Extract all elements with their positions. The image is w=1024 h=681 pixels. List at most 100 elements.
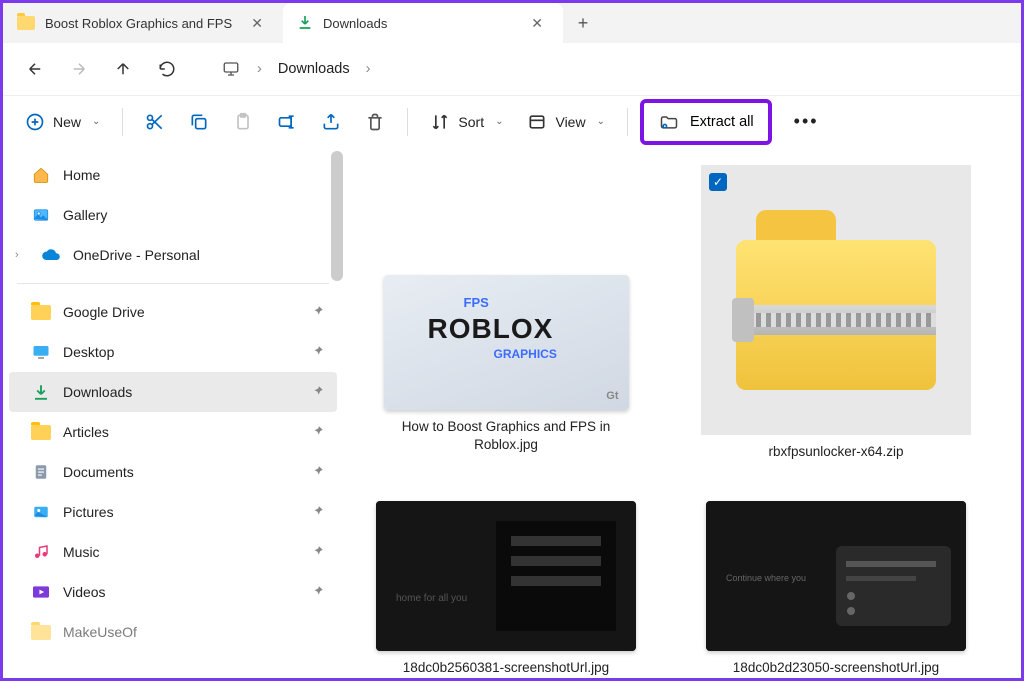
forward-button[interactable]: [59, 49, 99, 89]
file-name: 18dc0b2560381-screenshotUrl.jpg: [403, 659, 609, 677]
new-tab-button[interactable]: +: [563, 3, 603, 43]
file-item[interactable]: ✓ rbxfpsunlocker-x64.zip: [701, 165, 971, 461]
share-button[interactable]: [311, 103, 351, 141]
extract-icon: [658, 112, 680, 132]
file-item[interactable]: Continue where you 18dc0b2d23050-screens…: [701, 501, 971, 677]
folder-icon: [31, 623, 51, 641]
sidebar-label: OneDrive - Personal: [73, 247, 200, 263]
tab-boost-roblox[interactable]: Boost Roblox Graphics and FPS ✕: [3, 3, 283, 43]
chevron-right-icon: ›: [366, 61, 371, 77]
thumbnail: ✓: [701, 165, 971, 435]
pin-icon: [311, 384, 325, 401]
file-item[interactable]: FPS ROBLOX GRAPHICS Gt How to Boost Grap…: [371, 275, 641, 461]
sidebar-item-gallery[interactable]: Gallery: [9, 195, 337, 235]
sidebar-label: Downloads: [63, 384, 132, 400]
sort-icon: [430, 112, 450, 132]
sidebar-item-articles[interactable]: Articles: [9, 412, 337, 452]
sidebar-label: Music: [63, 544, 100, 560]
svg-text:Continue where you: Continue where you: [726, 573, 806, 583]
close-icon[interactable]: ✕: [525, 13, 549, 34]
chevron-down-icon: ⌄: [597, 116, 605, 127]
sidebar-item-pictures[interactable]: Pictures: [9, 492, 337, 532]
back-button[interactable]: [15, 49, 55, 89]
rename-button[interactable]: [267, 103, 307, 141]
sidebar-label: Gallery: [63, 207, 107, 223]
thumbnail: FPS ROBLOX GRAPHICS Gt: [384, 275, 629, 410]
new-button[interactable]: New ⌄: [15, 103, 110, 141]
documents-icon: [31, 463, 51, 481]
divider: [17, 283, 329, 284]
folder-icon: [17, 16, 35, 30]
divider: [407, 108, 408, 136]
chevron-down-icon: ⌄: [495, 116, 503, 127]
chevron-right-icon: ›: [15, 249, 29, 261]
divider: [122, 108, 123, 136]
svg-text:home for all you: home for all you: [396, 593, 467, 604]
close-icon[interactable]: ✕: [245, 13, 269, 34]
view-button[interactable]: View ⌄: [517, 103, 614, 141]
home-icon: [31, 166, 51, 184]
pictures-icon: [31, 503, 51, 521]
tab-bar: Boost Roblox Graphics and FPS ✕ Download…: [3, 3, 1021, 43]
sort-label: Sort: [458, 114, 484, 130]
tab-label: Boost Roblox Graphics and FPS: [45, 16, 232, 31]
tab-label: Downloads: [323, 16, 387, 31]
navigation-bar: › Downloads ›: [3, 43, 1021, 95]
sidebar-item-desktop[interactable]: Desktop: [9, 332, 337, 372]
sidebar-item-documents[interactable]: Documents: [9, 452, 337, 492]
extract-all-button[interactable]: Extract all: [640, 99, 772, 145]
folder-icon: [31, 303, 51, 321]
chevron-right-icon: ›: [257, 61, 262, 77]
pin-icon: [311, 304, 325, 321]
desktop-icon: [31, 343, 51, 361]
sidebar-item-videos[interactable]: Videos: [9, 572, 337, 612]
file-item[interactable]: home for all you 18dc0b2560381-screensho…: [371, 501, 641, 677]
thumbnail: Continue where you: [706, 501, 966, 651]
pin-icon: [311, 424, 325, 441]
sidebar-item-makeuseof[interactable]: MakeUseOf: [9, 612, 337, 652]
sidebar-item-home[interactable]: Home: [9, 155, 337, 195]
breadcrumb-location[interactable]: Downloads: [278, 61, 350, 77]
copy-button[interactable]: [179, 103, 219, 141]
sort-button[interactable]: Sort ⌄: [420, 103, 513, 141]
view-label: View: [555, 114, 585, 130]
download-icon: [31, 383, 51, 401]
thumb-text: GRAPHICS: [494, 347, 557, 361]
paste-button[interactable]: [223, 103, 263, 141]
pin-icon: [311, 584, 325, 601]
up-button[interactable]: [103, 49, 143, 89]
sidebar-label: Desktop: [63, 344, 114, 360]
monitor-icon: [221, 60, 241, 78]
file-grid: FPS ROBLOX GRAPHICS Gt How to Boost Grap…: [343, 147, 1021, 678]
rename-icon: [277, 112, 297, 132]
chevron-down-icon: ⌄: [92, 116, 100, 127]
sidebar-item-downloads[interactable]: Downloads: [9, 372, 337, 412]
divider: [627, 108, 628, 136]
sidebar-item-music[interactable]: Music: [9, 532, 337, 572]
sidebar-label: Home: [63, 167, 100, 183]
thumbnail: home for all you: [376, 501, 636, 651]
gallery-icon: [31, 206, 51, 224]
sidebar-item-google-drive[interactable]: Google Drive: [9, 292, 337, 332]
delete-button[interactable]: [355, 103, 395, 141]
sidebar-label: MakeUseOf: [63, 624, 137, 640]
onedrive-icon: [41, 246, 61, 264]
videos-icon: [31, 583, 51, 601]
cut-button[interactable]: [135, 103, 175, 141]
sidebar-item-onedrive[interactable]: › OneDrive - Personal: [9, 235, 337, 275]
thumb-text: Gt: [606, 390, 618, 402]
sidebar-label: Documents: [63, 464, 134, 480]
more-button[interactable]: •••: [784, 103, 829, 141]
sidebar-label: Google Drive: [63, 304, 145, 320]
thumb-text: FPS: [464, 295, 489, 310]
pin-icon: [311, 544, 325, 561]
tab-downloads[interactable]: Downloads ✕: [283, 3, 563, 43]
new-label: New: [53, 114, 81, 130]
share-icon: [321, 112, 341, 132]
sidebar: Home Gallery › OneDrive - Personal Googl…: [3, 147, 343, 678]
main-area: Home Gallery › OneDrive - Personal Googl…: [3, 147, 1021, 678]
music-icon: [31, 543, 51, 561]
toolbar: New ⌄ Sort ⌄ View ⌄ Extract all •••: [3, 95, 1021, 147]
refresh-button[interactable]: [147, 49, 187, 89]
breadcrumb[interactable]: › Downloads ›: [221, 60, 370, 78]
